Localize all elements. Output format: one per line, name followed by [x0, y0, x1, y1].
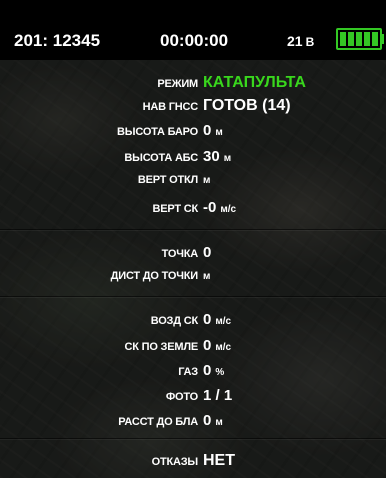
failures-value: НЕТ — [203, 452, 235, 469]
row-failures: ОТКАЗЫ НЕТ — [0, 452, 386, 474]
vert-speed-value: -0 — [203, 199, 217, 216]
ground-speed-label: СК ПО ЗЕМЛЕ — [124, 341, 199, 353]
vert-dev-unit: м — [203, 175, 211, 186]
section-divider — [0, 229, 386, 230]
row-photo: ФОТО 1 / 1 — [0, 387, 386, 409]
row-gnss: НАВ ГНСС ГОТОВ (14) — [0, 97, 386, 119]
photo-label: ФОТО — [165, 391, 198, 403]
abs-alt-label: ВЫСОТА АБС — [124, 152, 198, 164]
battery-tip — [380, 34, 384, 44]
abs-alt-unit: м — [223, 153, 232, 164]
throttle-label: ГАЗ — [178, 366, 198, 378]
row-vert-dev: ВЕРТ ОТКЛ м — [0, 174, 386, 196]
abs-alt-value: 30 — [203, 148, 220, 165]
vehicle-id: 201: 12345 — [14, 31, 101, 50]
gnss-label: НАВ ГНСС — [142, 101, 199, 113]
baro-alt-label: ВЫСОТА БАРО — [117, 126, 198, 138]
row-ground-speed: СК ПО ЗЕМЛЕ 0 м/с — [0, 337, 386, 359]
point-label: ТОЧКА — [161, 248, 199, 260]
battery-cell — [348, 32, 354, 46]
mode-value: КАТАПУЛЬТА — [203, 74, 306, 91]
vert-speed-label: ВЕРТ СК — [152, 203, 198, 215]
voltage-value: 21 — [287, 33, 303, 49]
row-air-speed: ВОЗД СК 0 м/с — [0, 311, 386, 333]
baro-alt-value: 0 — [203, 122, 212, 139]
vert-dev-label: ВЕРТ ОТКЛ — [137, 174, 198, 186]
air-speed-unit: м/с — [215, 316, 232, 327]
dist-to-uav-value: 0 — [203, 412, 212, 429]
mode-label: РЕЖИМ — [157, 78, 198, 90]
gnss-value: ГОТОВ (14) — [203, 97, 291, 114]
row-point: ТОЧКА 0 — [0, 244, 386, 266]
section-divider — [0, 438, 386, 439]
flight-timer: 00:00:00 — [160, 31, 229, 50]
baro-alt-unit: м — [215, 127, 223, 138]
battery-cell — [340, 32, 346, 46]
row-dist-to-uav: РАССТ ДО БЛА 0 м — [0, 412, 386, 434]
dist-to-uav-unit: м — [215, 417, 223, 428]
battery-voltage: 21 В — [287, 33, 314, 49]
battery-icon — [336, 28, 382, 50]
section-divider — [0, 296, 386, 297]
row-vert-speed: ВЕРТ СК -0 м/с — [0, 199, 386, 221]
ground-speed-value: 0 — [203, 337, 212, 354]
status-header: 201: 12345 00:00:00 21 В — [0, 0, 386, 60]
dist-to-uav-label: РАССТ ДО БЛА — [118, 416, 198, 428]
dist-to-point-label: ДИСТ ДО ТОЧКИ — [110, 270, 199, 282]
throttle-value: 0 — [203, 362, 212, 379]
air-speed-value: 0 — [203, 311, 212, 328]
battery-cell — [356, 32, 362, 46]
point-value: 0 — [203, 244, 212, 261]
row-dist-to-point: ДИСТ ДО ТОЧКИ м — [0, 270, 386, 292]
row-baro-alt: ВЫСОТА БАРО 0 м — [0, 122, 386, 144]
voltage-unit: В — [305, 35, 315, 49]
ground-speed-unit: м/с — [215, 342, 232, 353]
row-throttle: ГАЗ 0 % — [0, 362, 386, 384]
photo-value: 1 / 1 — [203, 387, 233, 404]
row-mode: РЕЖИМ КАТАПУЛЬТА — [0, 74, 386, 96]
dist-to-point-unit: м — [203, 271, 211, 282]
row-abs-alt: ВЫСОТА АБС 30 м — [0, 148, 386, 170]
air-speed-label: ВОЗД СК — [150, 315, 198, 327]
battery-cell — [372, 32, 378, 46]
battery-cell — [364, 32, 370, 46]
throttle-unit: % — [215, 367, 225, 378]
vert-speed-unit: м/с — [220, 204, 237, 215]
failures-label: ОТКАЗЫ — [151, 456, 199, 468]
